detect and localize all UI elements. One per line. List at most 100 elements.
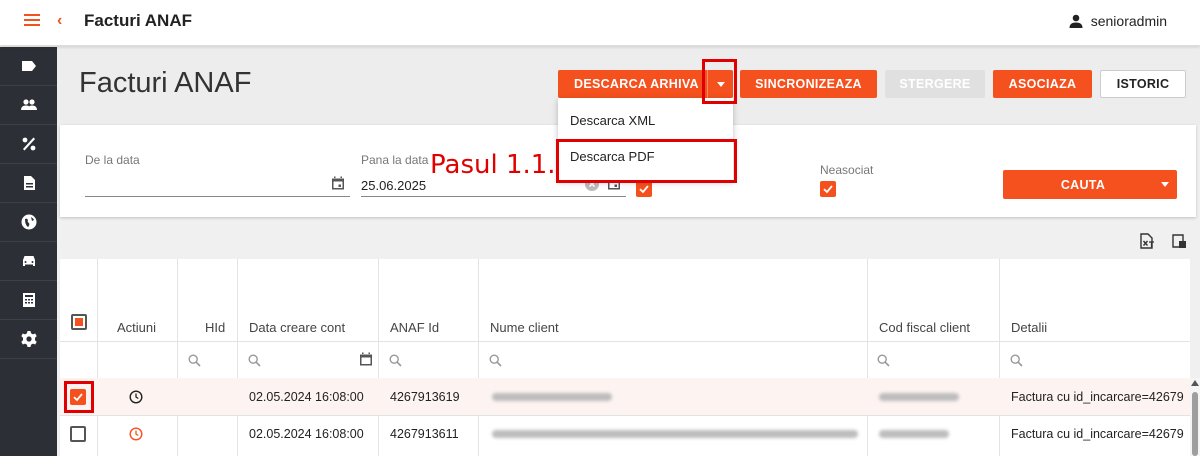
check-icon (639, 185, 649, 194)
row-checkbox[interactable] (70, 426, 86, 442)
row-divider (60, 415, 1190, 416)
select-all-checkbox[interactable] (71, 314, 87, 330)
sidebar-item-calculator[interactable] (0, 281, 57, 320)
from-date-underline (85, 196, 350, 197)
column-header-created-date[interactable]: Data creare cont (249, 320, 345, 335)
clock-icon[interactable] (129, 390, 143, 404)
invoice-table: Actiuni HId Data creare cont ANAF Id Num… (60, 259, 1190, 456)
associate-label: ASOCIAZA (1008, 77, 1077, 91)
column-header-anaf-id[interactable]: ANAF Id (390, 320, 439, 335)
export-excel-icon[interactable] (1139, 233, 1155, 249)
column-divider (97, 259, 98, 456)
details-cell: Factura cu id_incarcare=42679 (1011, 427, 1184, 441)
label-icon (21, 61, 36, 71)
download-pdf-option[interactable]: Descarca PDF (558, 138, 733, 174)
row-checkbox[interactable] (70, 389, 86, 405)
unassociated-label: Neasociat (820, 163, 874, 177)
delete-label: STERGERE (899, 77, 971, 91)
created-date-cell: 02.05.2024 16:08:00 (249, 427, 364, 441)
search-icon[interactable] (877, 354, 890, 367)
search-icon[interactable] (188, 354, 201, 367)
redacted-client-name (492, 393, 612, 401)
search-icon[interactable] (489, 354, 502, 367)
calendar-icon[interactable] (359, 352, 373, 366)
page-title: Facturi ANAF (79, 67, 252, 99)
to-date-label: Pana la data (361, 153, 429, 167)
delete-button: STERGERE (885, 70, 985, 98)
clock-icon[interactable] (129, 427, 143, 441)
download-archive-label: DESCARCA ARHIVA (574, 77, 699, 91)
row-divider (60, 341, 1190, 342)
sync-button[interactable]: SINCRONIZEAZA (740, 70, 877, 98)
search-icon[interactable] (248, 354, 261, 367)
download-dropdown-menu: Descarca XML Descarca PDF (558, 98, 733, 180)
sidebar (0, 47, 57, 456)
redacted-client-name (492, 430, 858, 438)
calculator-icon (22, 293, 35, 307)
search-icon[interactable] (1010, 354, 1023, 367)
document-icon (23, 176, 35, 190)
sidebar-item-documents[interactable] (0, 164, 57, 203)
sidebar-item-web[interactable] (0, 203, 57, 242)
annotation-step-label: Pasul 1.1. (430, 150, 556, 180)
gear-icon (20, 331, 37, 347)
percent-icon (22, 137, 35, 151)
column-divider (478, 259, 479, 456)
globe-icon (21, 214, 36, 230)
search-options-toggle[interactable] (1153, 170, 1177, 199)
created-date-cell: 02.05.2024 16:08:00 (249, 390, 364, 404)
sidebar-item-settings[interactable] (0, 320, 57, 359)
search-button[interactable]: CAUTA (1003, 170, 1177, 199)
to-date-value[interactable]: 25.06.2025 (361, 178, 426, 193)
redacted-tax-code (879, 393, 959, 401)
download-xml-option[interactable]: Descarca XML (558, 102, 733, 138)
anaf-id-cell: 4267913619 (390, 390, 460, 404)
column-settings-icon[interactable] (1171, 233, 1187, 249)
sidebar-item-vehicles[interactable] (0, 242, 57, 281)
unassociated-checkbox[interactable] (820, 181, 836, 197)
column-divider (237, 259, 238, 456)
column-header-hid[interactable]: HId (205, 320, 225, 335)
column-divider (867, 259, 868, 456)
column-divider (177, 259, 178, 456)
car-icon (22, 256, 35, 266)
sidebar-item-percent[interactable] (0, 125, 57, 164)
app-title: Facturi ANAF (84, 11, 192, 30)
search-icon[interactable] (389, 354, 402, 367)
details-cell: Factura cu id_incarcare=42679 (1011, 390, 1184, 404)
download-archive-dropdown-toggle[interactable] (707, 70, 733, 98)
scroll-up-arrow-icon[interactable] (1191, 380, 1199, 386)
column-divider (378, 259, 379, 456)
sidebar-item-labels[interactable] (0, 47, 57, 86)
menu-icon[interactable] (24, 14, 40, 28)
check-icon (73, 393, 83, 402)
user-icon (1069, 14, 1083, 28)
username: senioradmin (1090, 13, 1167, 29)
anaf-id-cell: 4267913611 (390, 427, 459, 441)
to-date-underline (361, 196, 626, 197)
column-header-details[interactable]: Detalii (1011, 320, 1047, 335)
caret-down-icon (1161, 182, 1169, 187)
back-chevron-icon[interactable]: ‹ (57, 12, 62, 30)
history-button[interactable]: ISTORIC (1100, 70, 1186, 98)
sync-label: SINCRONIZEAZA (755, 77, 862, 91)
column-header-client-tax-code[interactable]: Cod fiscal client (879, 320, 970, 335)
sidebar-item-people[interactable] (0, 86, 57, 125)
top-bar: ‹ Facturi ANAF senioradmin (0, 0, 1200, 46)
user-menu[interactable]: senioradmin (1069, 13, 1167, 29)
filter-checkbox[interactable] (636, 181, 652, 197)
table-scrollbar[interactable] (1190, 378, 1200, 456)
associate-button[interactable]: ASOCIAZA (993, 70, 1092, 98)
people-icon (20, 99, 37, 110)
from-date-label: De la data (85, 153, 140, 167)
history-label: ISTORIC (1116, 77, 1170, 91)
column-divider (999, 259, 1000, 456)
search-button-label: CAUTA (1060, 177, 1106, 192)
indeterminate-mark (75, 318, 83, 326)
scrollbar-thumb[interactable] (1192, 392, 1198, 456)
redacted-tax-code (879, 430, 949, 438)
calendar-icon[interactable] (331, 176, 345, 190)
column-header-client-name[interactable]: Nume client (490, 320, 559, 335)
check-icon (823, 185, 833, 194)
column-header-actions[interactable]: Actiuni (117, 320, 156, 335)
